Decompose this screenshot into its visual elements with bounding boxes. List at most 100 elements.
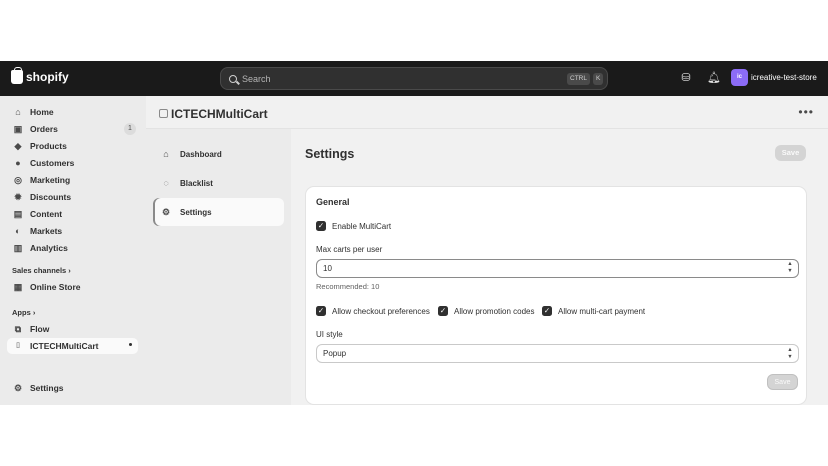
shortcut-k: K bbox=[593, 73, 604, 85]
home-icon: ⌂ bbox=[15, 107, 21, 117]
subnav-blacklist[interactable]: ◌ Blacklist bbox=[153, 169, 284, 197]
search-icon bbox=[229, 74, 237, 83]
sidebar-item-orders[interactable]: ▣ Orders 1 bbox=[7, 121, 138, 137]
orders-count-badge: 1 bbox=[124, 123, 136, 135]
blacklist-icon: ◌ bbox=[163, 178, 169, 188]
sidebar-item-label: Content bbox=[30, 209, 63, 219]
gear-icon: ⚙ bbox=[161, 206, 171, 217]
general-card: General ✓ Enable MultiCart Max carts per… bbox=[305, 186, 807, 405]
sidebar-item-online-store[interactable]: ▦ Online Store bbox=[7, 279, 138, 295]
person-icon: ● bbox=[15, 158, 21, 168]
search-placeholder: Search bbox=[242, 73, 271, 84]
subnav-dashboard[interactable]: ⌂ Dashboard bbox=[153, 140, 284, 168]
sidebar-item-products[interactable]: ◆ Products bbox=[7, 138, 138, 154]
sidebar-item-discounts[interactable]: ✹ Discounts bbox=[7, 189, 138, 205]
sidebar-item-settings[interactable]: ⚙ Settings bbox=[7, 380, 138, 396]
home-icon: ⌂ bbox=[163, 149, 169, 159]
max-carts-value: 10 bbox=[323, 264, 332, 273]
number-stepper[interactable]: ▲ ▼ bbox=[785, 261, 795, 276]
sidebar-item-content[interactable]: ▤ Content bbox=[7, 206, 138, 222]
sidebar-item-analytics[interactable]: ▥ Analytics bbox=[7, 240, 138, 256]
app-icon: ▯ bbox=[16, 342, 20, 349]
sidebar-item-label: Settings bbox=[30, 383, 64, 393]
sidebar-item-label: Marketing bbox=[30, 175, 71, 185]
sidebar-item-label: Discounts bbox=[30, 192, 72, 202]
checkbox-label: Allow checkout preferences bbox=[332, 306, 430, 316]
ui-style-label: UI style bbox=[316, 330, 343, 339]
bottom-save-button[interactable]: Save bbox=[767, 374, 798, 390]
chevron-right-icon: › bbox=[68, 266, 71, 275]
sidebar-item-home[interactable]: ⌂ Home bbox=[7, 104, 138, 120]
store-icon[interactable]: ⛁ bbox=[680, 72, 692, 84]
apps-label: Apps bbox=[12, 308, 31, 317]
ui-style-value: Popup bbox=[323, 349, 347, 358]
checkbox-label: Allow promotion codes bbox=[454, 306, 535, 316]
store-name[interactable]: icreative-test-store bbox=[751, 73, 817, 82]
enable-multicart-checkbox[interactable]: ✓ Enable MultiCart bbox=[316, 221, 391, 231]
subnav-settings[interactable]: ⚙ Settings bbox=[153, 198, 284, 226]
app-subnav: ⌂ Dashboard ◌ Blacklist ⚙ Settings bbox=[146, 129, 291, 405]
sidebar-item-label: Online Store bbox=[30, 282, 81, 292]
max-carts-label: Max carts per user bbox=[316, 245, 383, 254]
allow-promotion-codes-checkbox[interactable]: ✓ Allow promotion codes bbox=[438, 306, 534, 316]
allow-checkout-preferences-checkbox[interactable]: ✓ Allow checkout preferences bbox=[316, 306, 430, 316]
subnav-label: Settings bbox=[180, 207, 212, 217]
sidebar-item-label: Customers bbox=[30, 158, 75, 168]
flow-icon: ⧉ bbox=[14, 324, 22, 334]
shortcut-ctrl: CTRL bbox=[567, 73, 590, 85]
sidebar-item-customers[interactable]: ● Customers bbox=[7, 155, 138, 171]
sidebar-item-label: Orders bbox=[30, 124, 58, 134]
card-title: General bbox=[316, 197, 350, 207]
checkbox-label: Enable MultiCart bbox=[332, 221, 392, 231]
checkbox-label: Allow multi-cart payment bbox=[558, 306, 646, 316]
chart-icon: ▥ bbox=[13, 243, 23, 253]
subnav-label: Dashboard bbox=[180, 149, 222, 159]
save-button[interactable]: Save bbox=[775, 145, 806, 161]
main-area: ICTECHMultiCart ••• ⌂ Dashboard ◌ Blackl… bbox=[146, 96, 828, 405]
admin-frame: ⌂ Home ▣ Orders 1 ◆ Products ● Customers… bbox=[0, 96, 828, 405]
sidebar-item-markets[interactable]: ◐ Markets bbox=[7, 223, 138, 239]
shopify-bag-icon bbox=[11, 67, 23, 84]
tag-icon: ◆ bbox=[14, 141, 22, 151]
avatar[interactable]: ic bbox=[731, 69, 748, 86]
sidebar-item-label: Home bbox=[30, 107, 54, 117]
checkmark-icon: ✓ bbox=[438, 306, 448, 316]
discount-icon: ✹ bbox=[14, 192, 22, 202]
sidebar-item-ictechmulticart[interactable]: ▯ ICTECHMultiCart bbox=[7, 338, 138, 354]
sidebar-item-flow[interactable]: ⧉ Flow bbox=[7, 321, 138, 337]
search-input[interactable]: Search CTRL K bbox=[220, 67, 608, 90]
app-title: ICTECHMultiCart bbox=[171, 107, 268, 121]
ui-style-select[interactable]: Popup ▲ ▼ bbox=[316, 344, 799, 363]
chevron-right-icon: › bbox=[32, 308, 36, 317]
app-icon bbox=[159, 109, 168, 118]
top-bar: shopify Search CTRL K ⛁ 🔔︎ ic icreative-… bbox=[0, 61, 828, 96]
shopify-logo[interactable]: shopify bbox=[11, 67, 69, 84]
sidebar-item-label: Flow bbox=[30, 324, 50, 334]
max-carts-input[interactable]: 10 ▲ ▼ bbox=[316, 259, 799, 278]
apps-heading[interactable]: Apps › bbox=[12, 308, 35, 317]
app-header: ICTECHMultiCart ••• bbox=[146, 96, 828, 129]
sidebar-item-label: ICTECHMultiCart bbox=[30, 341, 99, 351]
target-icon: ◎ bbox=[14, 175, 22, 185]
store-icon: ▦ bbox=[13, 282, 23, 292]
sidebar-item-label: Analytics bbox=[30, 243, 68, 253]
checkmark-icon: ✓ bbox=[316, 306, 326, 316]
select-chevron-icon: ▲ ▼ bbox=[787, 347, 793, 360]
allow-multi-cart-payment-checkbox[interactable]: ✓ Allow multi-cart payment bbox=[542, 306, 645, 316]
inbox-icon: ▣ bbox=[13, 124, 23, 134]
bell-icon[interactable]: 🔔︎ bbox=[707, 72, 721, 84]
checkmark-icon: ✓ bbox=[542, 306, 552, 316]
settings-content: Settings Save General ✓ Enable MultiCart… bbox=[291, 129, 828, 405]
subnav-label: Blacklist bbox=[180, 178, 213, 188]
checkmark-icon: ✓ bbox=[316, 221, 326, 231]
page-title: Settings bbox=[305, 147, 355, 161]
sidebar-item-label: Markets bbox=[30, 226, 63, 236]
sales-channels-label: Sales channels bbox=[12, 266, 67, 275]
sidebar-item-marketing[interactable]: ◎ Marketing bbox=[7, 172, 138, 188]
content-icon: ▤ bbox=[13, 209, 23, 219]
sales-channels-heading[interactable]: Sales channels › bbox=[12, 266, 71, 275]
recommended-help-text: Recommended: 10 bbox=[316, 282, 380, 291]
pin-dot-icon[interactable] bbox=[129, 343, 132, 346]
gear-icon: ⚙ bbox=[13, 383, 23, 393]
more-actions-icon[interactable]: ••• bbox=[798, 105, 814, 119]
